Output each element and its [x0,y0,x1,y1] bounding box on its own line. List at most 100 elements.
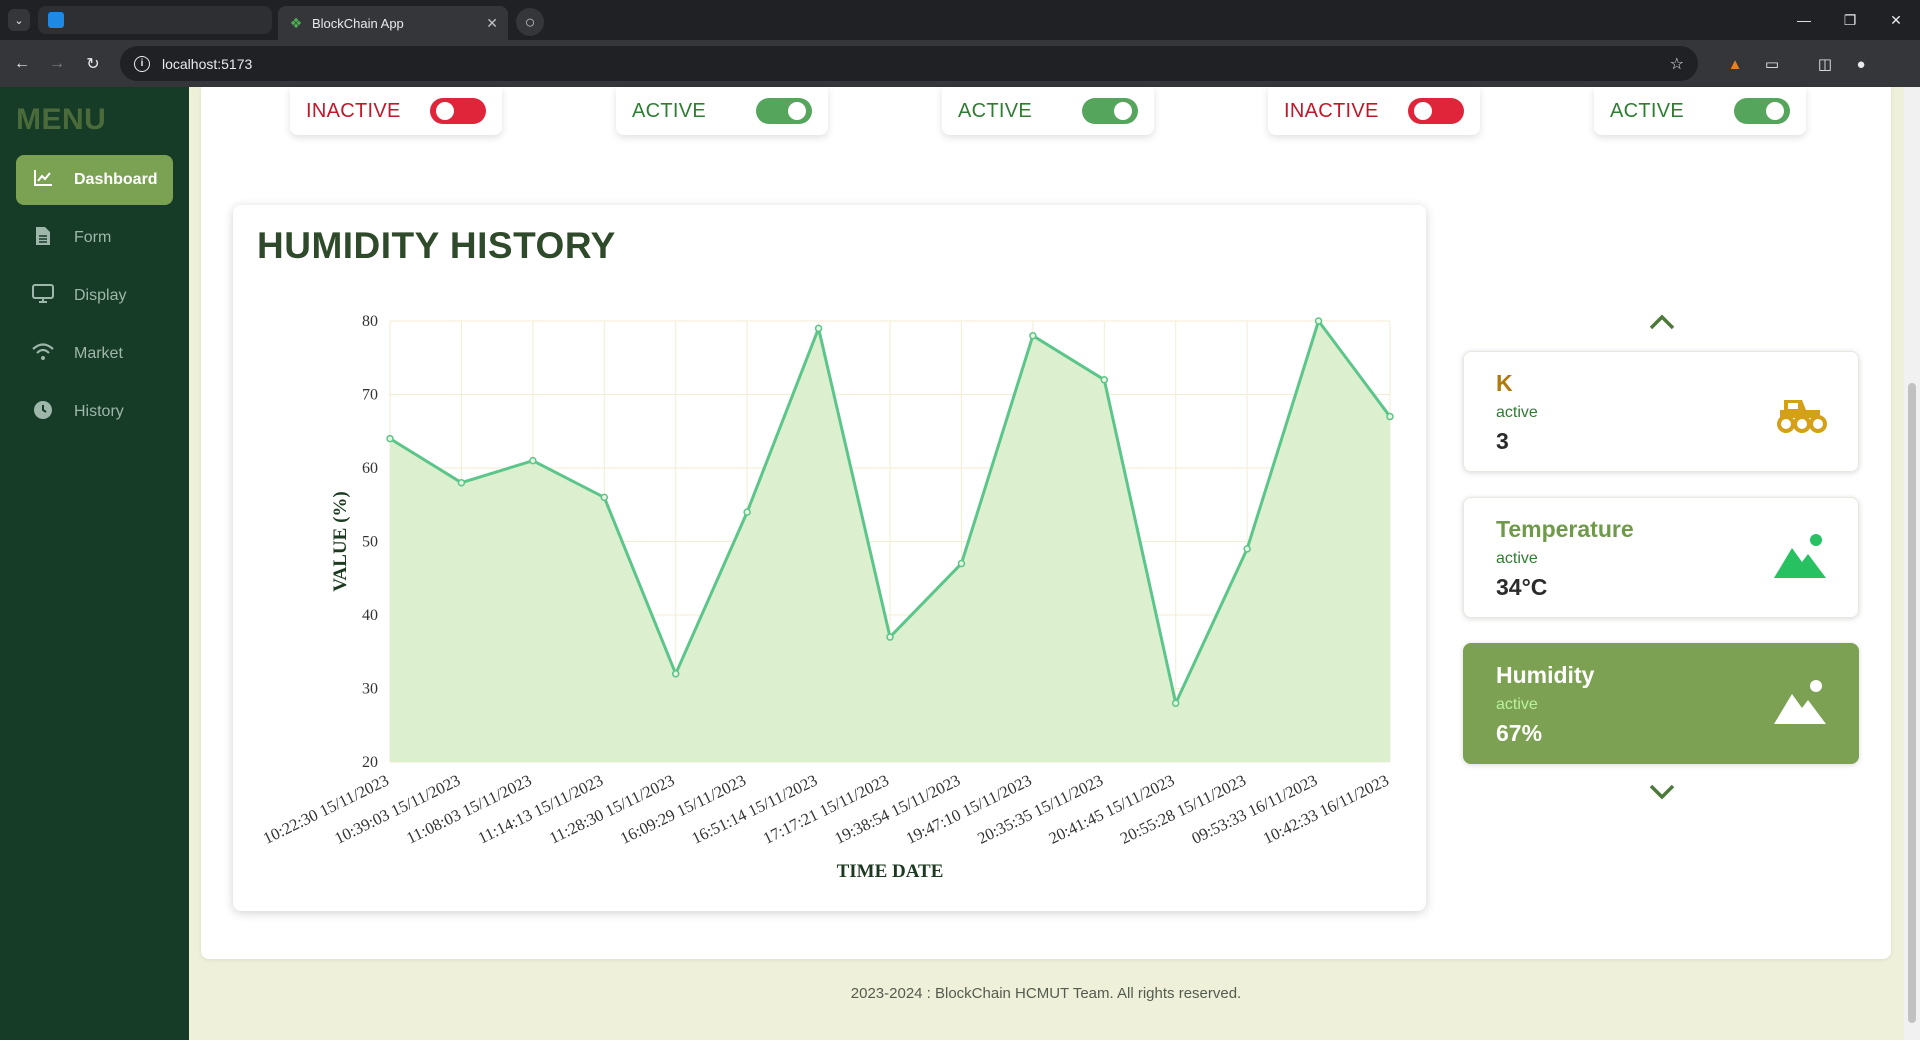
x-tick-label: 20:41:45 15/11/2023 [1046,771,1178,848]
browser-tab-blockchain[interactable]: ❖ BlockChain App ✕ [278,6,508,40]
sensor-value: 67% [1496,720,1543,746]
x-tick-label: 11:08:03 15/11/2023 [403,771,534,848]
status-toggle[interactable] [1408,98,1464,124]
sidebar: MENU Dashboard Form Display Market Histo… [0,87,189,1040]
humidity-history-card: HUMIDITY HISTORY 20 30 40 50 60 70 80 10:22:30 … [233,205,1426,911]
mountain-icon [1774,680,1826,724]
back-arrow-icon[interactable]: ← [10,52,34,76]
url-field[interactable]: i localhost:5173 ☆ [120,46,1698,81]
x-axis-label: TIME DATE [837,861,944,882]
extensions-puzzle-icon[interactable]: ▭ [1761,53,1783,75]
reload-icon[interactable]: ↻ [81,52,105,76]
data-point [1243,545,1251,553]
window-close-icon[interactable]: ✕ [1873,0,1919,40]
blockchain-favicon-icon: ❖ [289,15,303,31]
forward-arrow-icon[interactable]: → [45,52,69,76]
page-scrollbar[interactable] [1904,87,1920,1040]
browser-tab-vscode[interactable] [38,6,272,34]
carousel-up-chevron-icon[interactable] [1648,307,1676,338]
data-point [743,508,751,516]
data-point [386,434,394,443]
y-tick-label: 80 [362,313,378,330]
y-tick-label: 50 [362,534,378,551]
url-text: localhost:5173 [162,55,253,72]
x-tick-label: 16:51:14 15/11/2023 [689,771,821,848]
data-point [529,456,537,465]
data-point [1386,412,1394,421]
sidebar-item-form[interactable]: Form [16,213,173,263]
data-point [600,493,609,502]
y-tick-label: 40 [362,607,378,624]
restore-icon[interactable]: ❐ [1827,0,1873,40]
data-point [1100,376,1109,384]
sensor-name: K [1496,370,1513,396]
sidebar-item-display[interactable]: Display [16,271,173,321]
sensor-value: 3 [1496,428,1509,454]
sidebar-item-history[interactable]: History [16,387,173,437]
menu-title: MENU [16,103,107,136]
status-toggle[interactable] [756,98,812,124]
metamask-extension-icon[interactable]: ▲ [1724,53,1746,75]
side-panel-icon[interactable]: ◫ [1814,53,1836,75]
chart-line-icon [32,169,54,192]
sidebar-item-label: Display [74,287,127,304]
y-axis-label: VALUE (%) [330,491,351,591]
browser-tab-bar: ⌄ ❖ BlockChain App ✕ ○ — ❐ ✕ [0,0,1920,40]
x-tick-label: 17:17:21 15/11/2023 [760,771,892,848]
y-tick-label: 20 [362,754,378,771]
sidebar-item-label: Market [74,345,123,362]
status-label: INACTIVE [306,99,401,122]
data-point [457,478,466,487]
site-info-icon[interactable]: i [134,55,150,72]
new-tab-button[interactable]: ○ [516,8,544,36]
tractor-icon [1777,400,1827,433]
status-label: ACTIVE [632,99,707,122]
sensor-card-k[interactable]: K active 3 [1463,351,1859,472]
carousel-down-chevron-icon[interactable] [1648,777,1676,808]
device-status-card: ACTIVE [1594,87,1806,135]
tab-close-icon[interactable]: ✕ [486,15,498,32]
sensor-name: Temperature [1496,516,1634,542]
x-tick-label: 11:14:13 15/11/2023 [475,771,606,848]
sensor-card-temperature[interactable]: Temperature active 34°C [1463,497,1859,618]
x-tick-label: 19:47:10 15/11/2023 [903,771,1035,848]
x-tick-label: 16:09:29 15/11/2023 [617,771,749,848]
x-tick-label: 10:42:33 16/11/2023 [1260,771,1392,848]
x-tick-label: 20:55:28 15/11/2023 [1117,771,1249,848]
tab-search-chevron-icon[interactable]: ⌄ [8,9,30,31]
scrollbar-thumb[interactable] [1908,383,1916,1023]
profile-avatar-icon[interactable]: ● [1850,53,1872,75]
data-point [1029,331,1037,340]
sidebar-item-market[interactable]: Market [16,329,173,379]
sensor-card-humidity[interactable]: Humidity active 67% [1463,643,1859,764]
vscode-favicon-icon [48,12,64,28]
x-tick-label: 10:22:30 15/11/2023 [260,771,392,848]
x-tick-label: 10:39:03 15/11/2023 [331,771,463,848]
sensor-state: active [1496,696,1538,713]
x-tick-label: 09:53:33 16/11/2023 [1189,771,1321,848]
status-toggle[interactable] [430,98,486,124]
data-point [957,559,966,568]
humidity-area-chart: 20 30 40 50 60 70 80 10:22:30 15/11/202310:39:0… [260,313,1394,882]
status-toggle[interactable] [1082,98,1138,124]
bookmark-star-icon[interactable]: ☆ [1670,54,1684,74]
main-content: INACTIVE ACTIVE ACTIVE INACTIVE ACTIVE H… [201,87,1891,959]
y-tick-label: 70 [362,387,378,404]
document-icon [32,226,54,251]
device-status-card: INACTIVE [290,87,502,135]
data-point [671,670,680,678]
status-toggle[interactable] [1734,98,1790,124]
minimize-icon[interactable]: — [1781,0,1827,40]
sidebar-item-dashboard[interactable]: Dashboard [16,155,173,205]
browser-address-bar: ← → ↻ i localhost:5173 ☆ ▲ ▭ ◫ ● [0,40,1920,87]
sidebar-item-label: Dashboard [74,171,158,188]
y-tick-label: 60 [362,460,378,477]
sidebar-item-label: History [74,403,124,420]
status-label: ACTIVE [958,99,1033,122]
sensor-state: active [1496,404,1538,421]
data-point [1171,699,1180,707]
y-tick-label: 30 [362,681,378,698]
sensor-name: Humidity [1496,662,1595,688]
mountain-icon [1774,534,1826,578]
sidebar-item-label: Form [74,229,112,246]
